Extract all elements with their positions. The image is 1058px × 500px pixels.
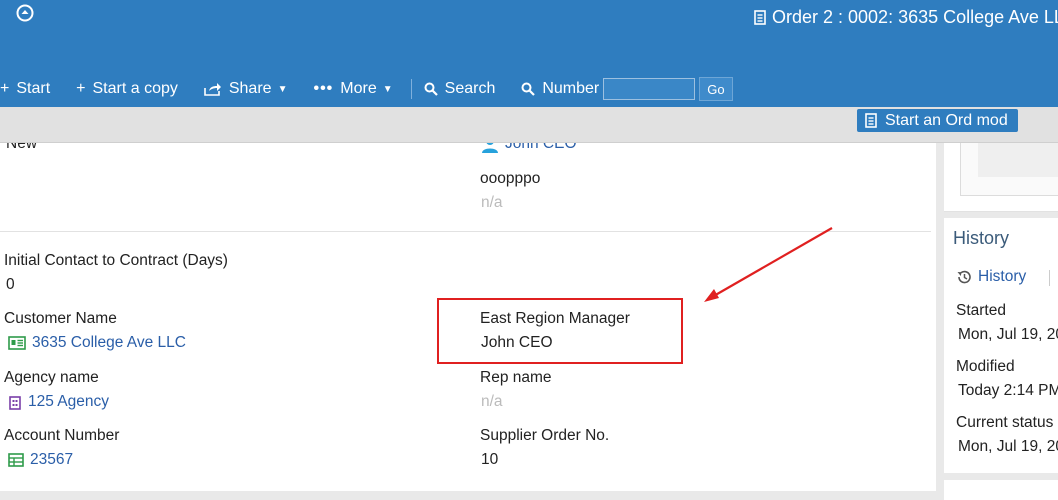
started-label: Started	[956, 302, 1006, 319]
document-icon	[865, 113, 877, 128]
history-link[interactable]: History	[956, 268, 1026, 286]
number-search: Number Go	[521, 77, 733, 101]
custom-field-value: n/a	[481, 194, 503, 211]
rep-name-label: Rep name	[480, 369, 552, 386]
search-button[interactable]: Search	[424, 80, 496, 98]
toolbar-divider	[410, 79, 412, 99]
supplier-order-value: 10	[481, 451, 499, 468]
number-label: Number	[542, 80, 600, 97]
contact-days-value: 0	[6, 276, 15, 293]
document-icon	[754, 10, 766, 25]
history-link-label: History	[978, 268, 1027, 285]
share-label: Share	[228, 80, 272, 97]
current-status-label: Current status	[956, 414, 1054, 431]
agency-name-label: Agency name	[4, 369, 99, 386]
start-button[interactable]: + Start	[0, 80, 50, 98]
app-header: Order 2 : 0002: 3635 College Ave LLC + S…	[0, 0, 1058, 107]
owner-value: John CEO	[505, 143, 577, 152]
start-mod-label: Start an Ord mod	[885, 111, 1008, 129]
user-icon	[482, 143, 498, 153]
customer-name-value: 3635 College Ave LLC	[32, 334, 186, 351]
side-card-bottom	[944, 480, 1058, 500]
go-button[interactable]: Go	[699, 77, 733, 101]
side-card-content	[960, 143, 1058, 196]
ledger-icon	[8, 453, 24, 467]
current-status-value: Mon, Jul 19, 2021	[958, 438, 1058, 455]
modified-value: Today 2:14 PM	[958, 382, 1058, 399]
customer-name-label: Customer Name	[4, 310, 117, 327]
plus-icon: +	[76, 80, 86, 97]
custom-field-label: ooopppo	[480, 170, 541, 187]
more-label: More	[340, 80, 377, 97]
search-icon	[424, 82, 438, 96]
side-card-shade	[978, 143, 1058, 177]
history-title: History	[953, 228, 1010, 248]
page-title: Order 2 : 0002: 3635 College Ave LLC	[754, 7, 1058, 28]
share-button[interactable]: Share ▼	[204, 80, 288, 98]
started-value: Mon, Jul 19, 2021	[958, 326, 1058, 343]
history-icon	[957, 270, 971, 284]
page-title-text: Order 2 : 0002: 3635 College Ave LLC	[772, 7, 1058, 27]
right-panel: History History Started Mon, Jul 19, 202…	[944, 143, 1058, 500]
search-label: Search	[444, 80, 496, 97]
customer-name-link[interactable]: 3635 College Ave LLC	[8, 334, 186, 352]
chevron-down-icon: ▼	[382, 83, 393, 95]
more-button[interactable]: ••• More ▼	[313, 80, 392, 98]
rep-name-value: n/a	[481, 393, 503, 410]
start-copy-label: Start a copy	[92, 80, 178, 97]
start-copy-button[interactable]: + Start a copy	[76, 80, 178, 98]
contact-card-icon	[8, 336, 26, 350]
supplier-order-label: Supplier Order No.	[480, 427, 610, 444]
start-label: Start	[16, 80, 51, 97]
account-number-link[interactable]: 23567	[8, 451, 73, 469]
highlight-box	[437, 298, 683, 364]
plus-icon: +	[0, 80, 10, 97]
agency-name-value: 125 Agency	[28, 393, 110, 410]
annotation-arrow	[704, 227, 833, 302]
modified-label: Modified	[956, 358, 1015, 375]
order-details: New John CEO ooopppo n/a Initial Contact…	[0, 143, 936, 491]
building-icon	[9, 395, 21, 410]
account-number-label: Account Number	[4, 427, 120, 444]
start-mod-button[interactable]: Start an Ord mod	[857, 109, 1018, 132]
number-input[interactable]	[603, 78, 696, 100]
circle-arrow-up-icon[interactable]	[16, 4, 34, 22]
account-number-value: 23567	[30, 451, 74, 468]
agency-name-link[interactable]: 125 Agency	[8, 393, 109, 411]
search-icon	[521, 82, 536, 96]
owner-link[interactable]: John CEO	[481, 143, 577, 153]
chevron-down-icon: ▼	[277, 83, 288, 95]
status-value: New	[6, 143, 38, 152]
side-card	[944, 143, 1058, 212]
contact-days-label: Initial Contact to Contract (Days)	[4, 252, 228, 269]
history-link-divider	[1049, 270, 1050, 286]
share-icon	[204, 82, 222, 96]
ellipsis-icon: •••	[313, 80, 334, 97]
toolbar: + Start + Start a copy Share ▼ ••• More …	[0, 76, 733, 102]
history-card: History History Started Mon, Jul 19, 202…	[944, 218, 1058, 473]
